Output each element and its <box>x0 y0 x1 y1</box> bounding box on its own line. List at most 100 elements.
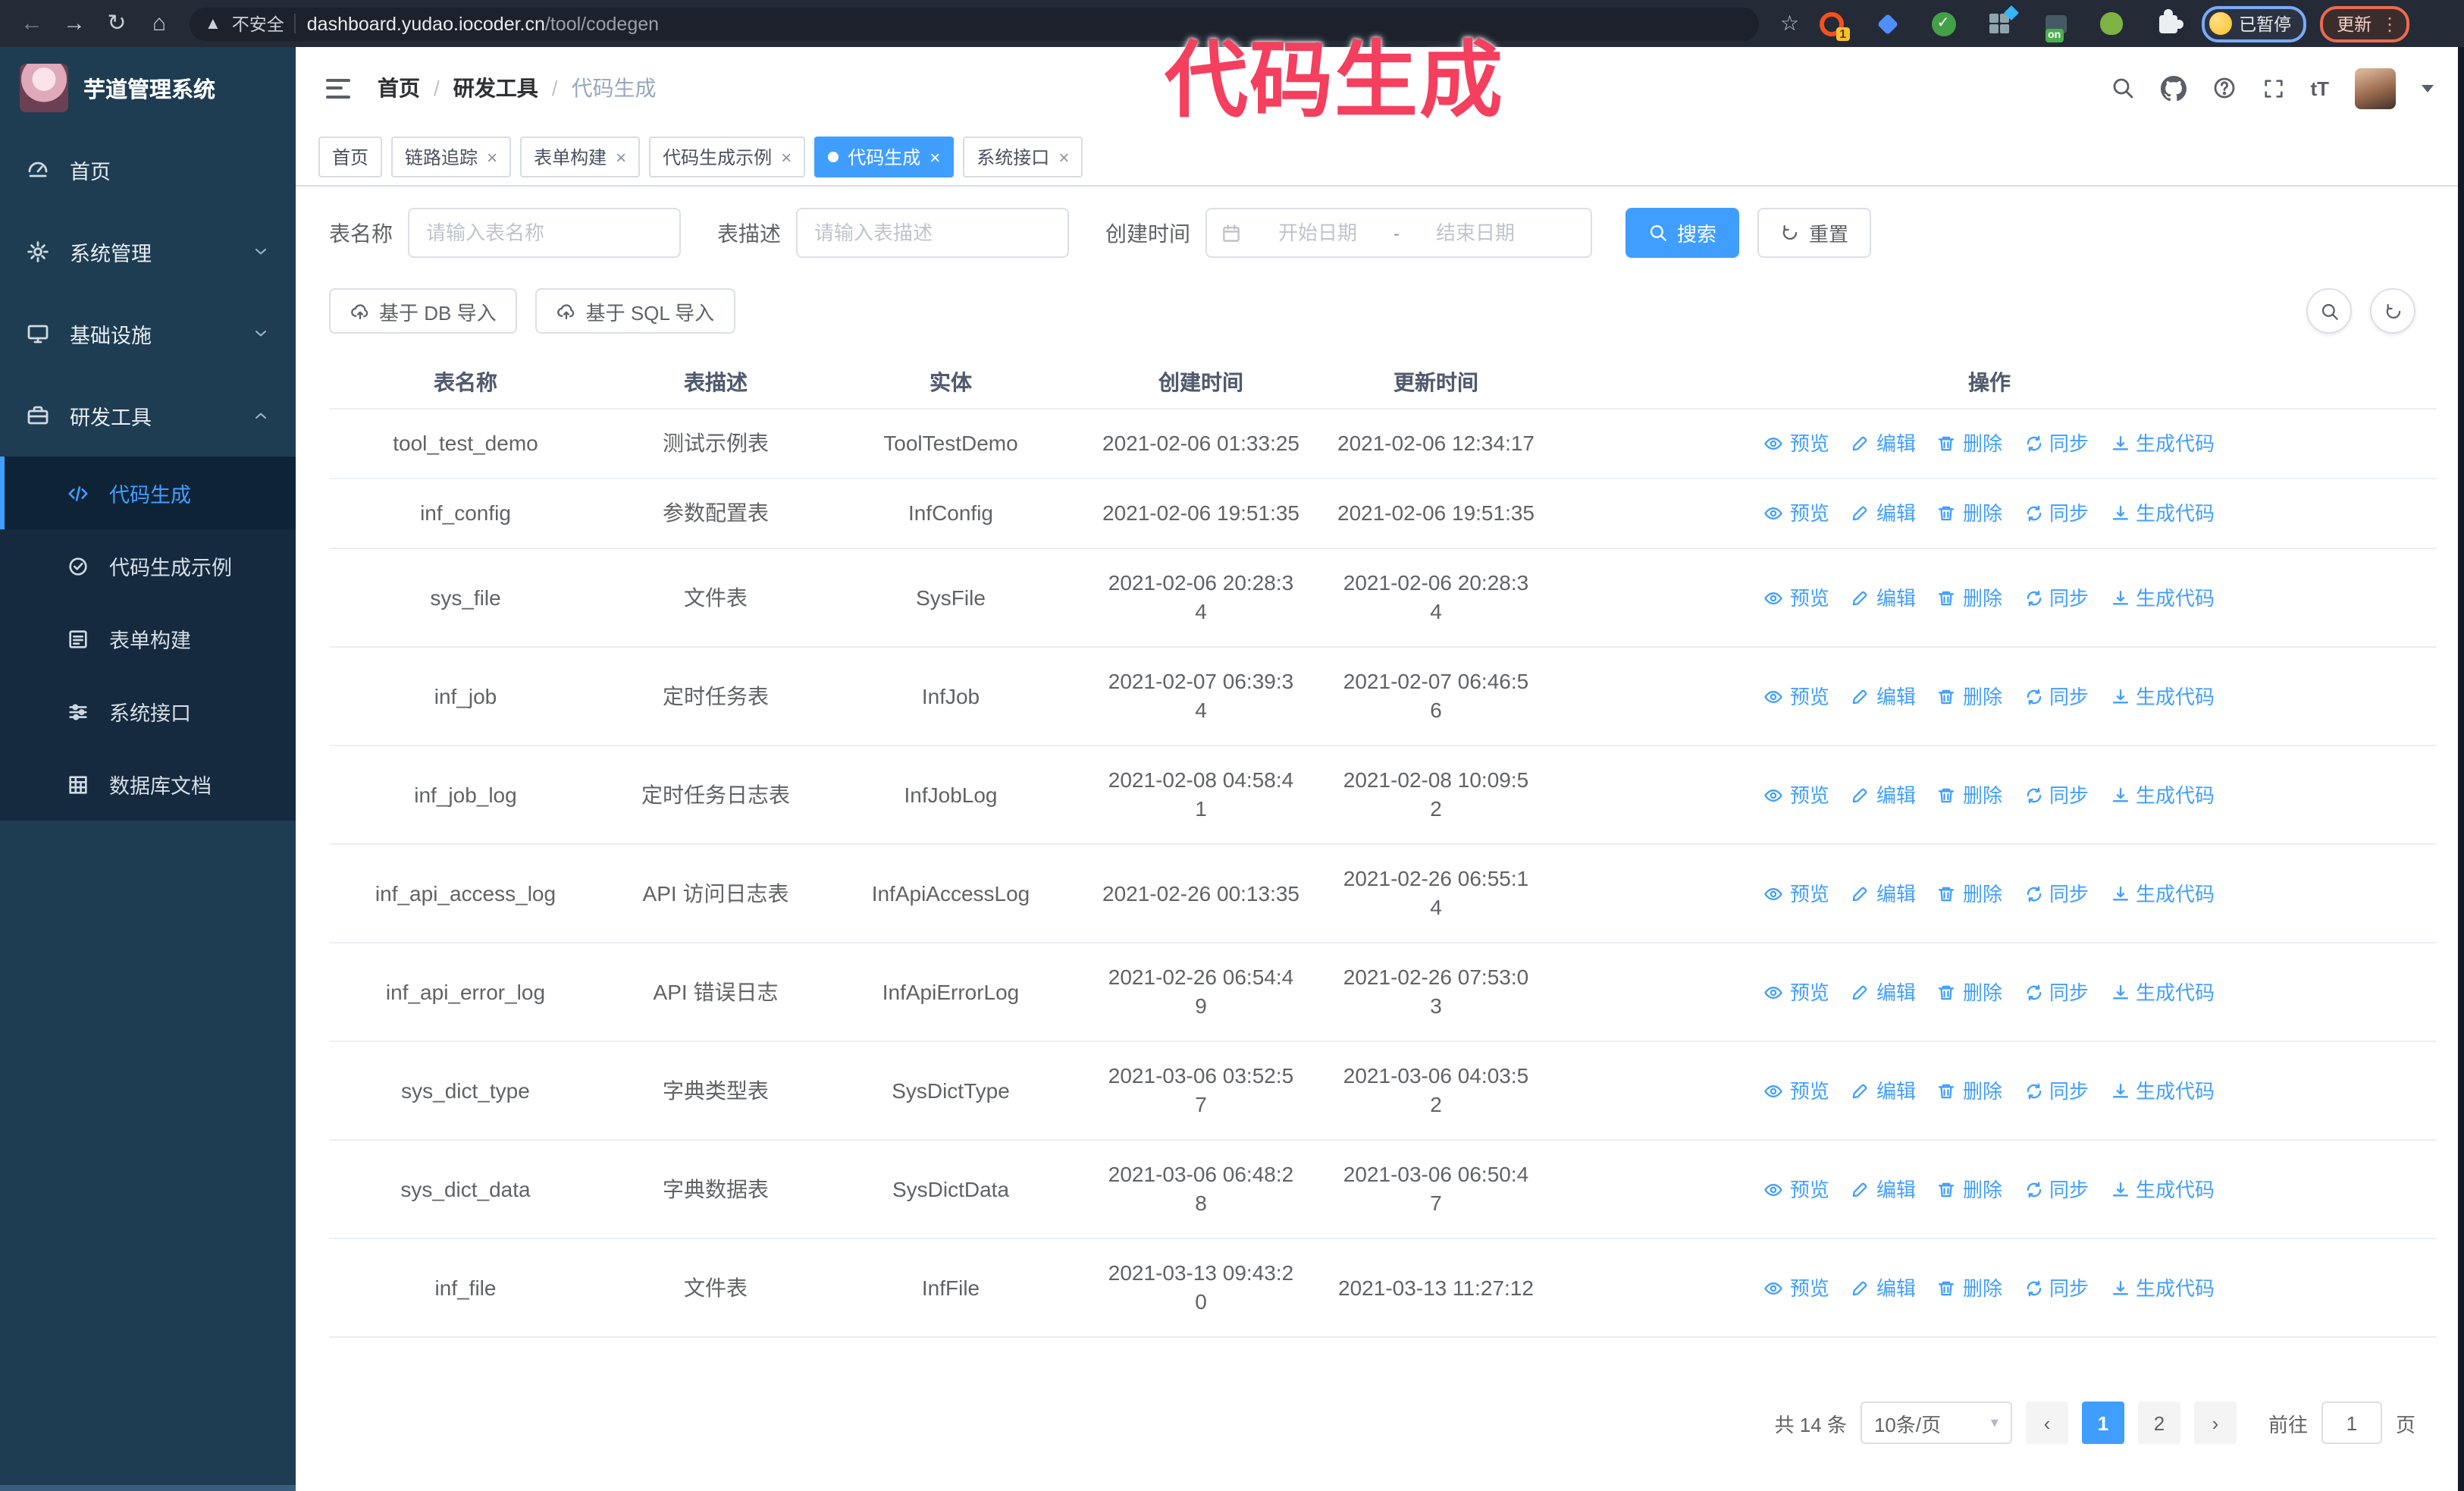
sidebar-item-db-doc[interactable]: 数据库文档 <box>0 748 296 821</box>
tab-trace[interactable]: 链路追踪 × <box>391 137 512 177</box>
extension-orange-icon[interactable]: 1 <box>1817 10 1850 40</box>
edit-link[interactable]: 编辑 <box>1851 682 1916 711</box>
browser-update-chip[interactable]: 更新 ⋮ <box>2320 5 2410 42</box>
sidebar-item-form-builder[interactable]: 表单构建 <box>0 602 296 675</box>
generate-code-link[interactable]: 生成代码 <box>2110 499 2215 528</box>
browser-profile-chip[interactable]: 已暂停 <box>2201 5 2307 42</box>
sync-link[interactable]: 同步 <box>2024 1175 2089 1204</box>
goto-page-input[interactable] <box>2321 1402 2382 1444</box>
hide-search-button[interactable] <box>2306 288 2352 334</box>
tab-form-builder[interactable]: 表单构建 × <box>520 137 641 177</box>
extension-check-icon[interactable]: ✓ <box>1930 10 1957 37</box>
delete-link[interactable]: 删除 <box>1937 499 2002 528</box>
refresh-table-button[interactable] <box>2370 288 2415 334</box>
delete-link[interactable]: 删除 <box>1937 780 2002 809</box>
edit-link[interactable]: 编辑 <box>1851 1273 1916 1302</box>
hamburger-icon[interactable] <box>326 78 350 98</box>
generate-code-link[interactable]: 生成代码 <box>2110 780 2215 809</box>
sidebar-item-codegen-example[interactable]: 代码生成示例 <box>0 529 296 602</box>
breadcrumb-devtools[interactable]: 研发工具 <box>453 73 538 103</box>
forward-icon[interactable]: → <box>53 12 96 35</box>
delete-link[interactable]: 删除 <box>1937 583 2002 612</box>
edit-link[interactable]: 编辑 <box>1851 429 1916 458</box>
preview-link[interactable]: 预览 <box>1764 879 1829 908</box>
delete-link[interactable]: 删除 <box>1937 879 2002 908</box>
delete-link[interactable]: 删除 <box>1937 1175 2002 1204</box>
window-scrollbar[interactable] <box>2458 47 2464 1491</box>
sidebar-item-codegen[interactable]: 代码生成 <box>0 457 296 529</box>
generate-code-link[interactable]: 生成代码 <box>2110 978 2215 1006</box>
reset-button[interactable]: 重置 <box>1757 208 1872 258</box>
close-icon[interactable]: × <box>1058 148 1069 166</box>
tab-codegen[interactable]: 代码生成 × <box>814 137 955 177</box>
sync-link[interactable]: 同步 <box>2024 429 2089 458</box>
preview-link[interactable]: 预览 <box>1764 1175 1829 1204</box>
preview-link[interactable]: 预览 <box>1764 499 1829 528</box>
import-db-button[interactable]: 基于 DB 导入 <box>329 288 518 334</box>
search-button[interactable]: 搜索 <box>1625 208 1740 258</box>
tab-system-api[interactable]: 系统接口 × <box>963 137 1083 177</box>
url-bar[interactable]: ▲ 不安全 dashboard.yudao.iocoder.cn/tool/co… <box>190 7 1759 40</box>
import-sql-button[interactable]: 基于 SQL 导入 <box>535 288 736 334</box>
generate-code-link[interactable]: 生成代码 <box>2110 682 2215 711</box>
date-range-picker[interactable]: - <box>1205 208 1592 258</box>
preview-link[interactable]: 预览 <box>1764 1273 1829 1302</box>
page-button-2[interactable]: 2 <box>2137 1402 2180 1444</box>
delete-link[interactable]: 删除 <box>1937 1076 2002 1105</box>
table-name-input[interactable] <box>408 208 681 258</box>
delete-link[interactable]: 删除 <box>1937 1273 2002 1302</box>
preview-link[interactable]: 预览 <box>1764 429 1829 458</box>
generate-code-link[interactable]: 生成代码 <box>2110 429 2215 458</box>
delete-link[interactable]: 删除 <box>1937 429 2002 458</box>
preview-link[interactable]: 预览 <box>1764 978 1829 1006</box>
bookmark-star-icon[interactable]: ☆ <box>1780 11 1799 36</box>
sync-link[interactable]: 同步 <box>2024 780 2089 809</box>
sidebar-item-infra[interactable]: 基础设施 <box>0 293 296 375</box>
search-icon[interactable] <box>2110 76 2134 100</box>
sync-link[interactable]: 同步 <box>2024 583 2089 612</box>
next-page-button[interactable]: › <box>2193 1402 2237 1444</box>
extension-bot-icon[interactable] <box>2098 10 2125 37</box>
help-icon[interactable] <box>2212 76 2236 100</box>
sync-link[interactable]: 同步 <box>2024 1273 2089 1302</box>
preview-link[interactable]: 预览 <box>1764 583 1829 612</box>
edit-link[interactable]: 编辑 <box>1851 1175 1916 1204</box>
sync-link[interactable]: 同步 <box>2024 1076 2089 1105</box>
delete-link[interactable]: 删除 <box>1937 682 2002 711</box>
preview-link[interactable]: 预览 <box>1764 682 1829 711</box>
prev-page-button[interactable]: ‹ <box>2025 1402 2068 1444</box>
sidebar-item-devtools[interactable]: 研发工具 <box>0 375 296 457</box>
edit-link[interactable]: 编辑 <box>1851 879 1916 908</box>
generate-code-link[interactable]: 生成代码 <box>2110 879 2215 908</box>
github-icon[interactable] <box>2160 75 2187 101</box>
page-size-select[interactable]: 10条/页 ▾ <box>1860 1402 2012 1444</box>
tab-codegen-example[interactable]: 代码生成示例 × <box>649 137 806 177</box>
generate-code-link[interactable]: 生成代码 <box>2110 1076 2215 1105</box>
generate-code-link[interactable]: 生成代码 <box>2110 583 2215 612</box>
sidebar-item-system[interactable]: 系统管理 <box>0 211 296 293</box>
sync-link[interactable]: 同步 <box>2024 682 2089 711</box>
edit-link[interactable]: 编辑 <box>1851 780 1916 809</box>
sidebar-item-system-api[interactable]: 系统接口 <box>0 675 296 748</box>
home-icon[interactable]: ⌂ <box>138 12 180 35</box>
edit-link[interactable]: 编辑 <box>1851 1076 1916 1105</box>
delete-link[interactable]: 删除 <box>1937 978 2002 1006</box>
preview-link[interactable]: 预览 <box>1764 1076 1829 1105</box>
sync-link[interactable]: 同步 <box>2024 499 2089 528</box>
tab-home[interactable]: 首页 <box>318 137 383 177</box>
font-size-icon[interactable]: tT <box>2310 77 2329 99</box>
back-icon[interactable]: ← <box>11 12 53 35</box>
end-date-input[interactable] <box>1406 220 1545 246</box>
sidebar-logo-row[interactable]: 芋道管理系统 <box>0 47 296 129</box>
avatar-caret-down-icon[interactable] <box>2422 84 2434 92</box>
edit-link[interactable]: 编辑 <box>1851 978 1916 1006</box>
extension-gem-icon[interactable] <box>1873 10 1901 37</box>
extension-on-icon[interactable]: on <box>2042 10 2069 42</box>
preview-link[interactable]: 预览 <box>1764 780 1829 809</box>
breadcrumb-home[interactable]: 首页 <box>378 73 420 103</box>
reload-icon[interactable]: ↻ <box>96 12 138 35</box>
close-icon[interactable]: × <box>487 148 497 166</box>
extensions-puzzle-icon[interactable] <box>2154 8 2183 37</box>
sidebar-item-home[interactable]: 首页 <box>0 129 296 211</box>
table-desc-input[interactable] <box>796 208 1069 258</box>
